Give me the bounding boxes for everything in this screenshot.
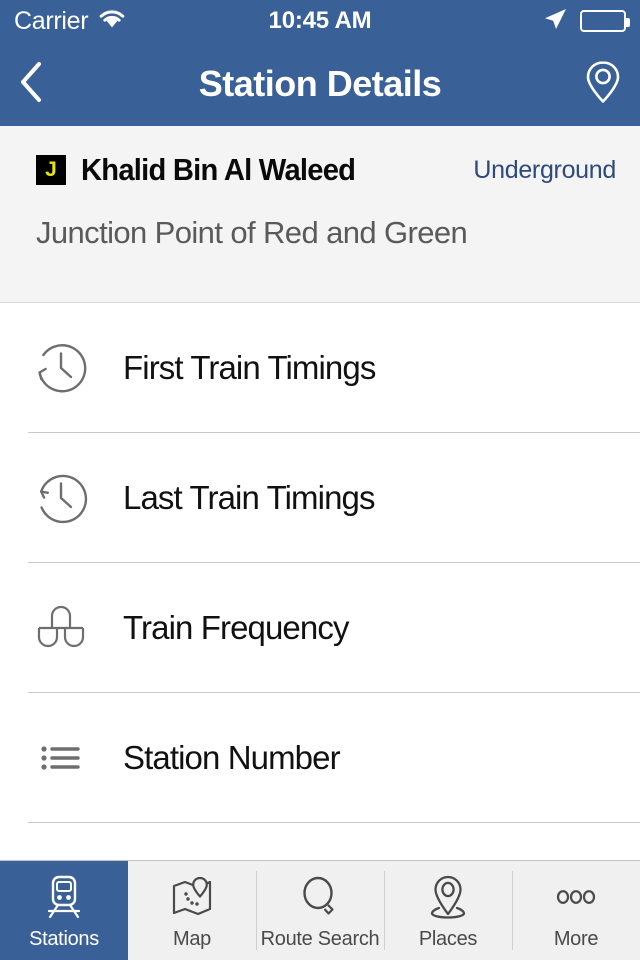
ellipsis-icon <box>551 871 601 923</box>
tab-route-search[interactable]: Route Search <box>256 861 384 960</box>
tab-label: More <box>553 927 599 950</box>
tab-label: Map <box>172 927 211 950</box>
station-subtitle: Junction Point of Red and Green <box>36 215 468 250</box>
wifi-icon <box>98 8 126 34</box>
frequency-arch-icon <box>28 595 94 661</box>
magnifier-icon <box>295 871 345 923</box>
tab-places[interactable]: Places <box>384 861 512 960</box>
status-bar: Carrier 10:45 AM <box>0 0 640 42</box>
folded-map-icon <box>167 871 217 923</box>
chevron-left-icon <box>18 60 44 109</box>
tab-label: Stations <box>29 927 99 950</box>
tab-stations[interactable]: Stations <box>0 861 128 960</box>
list-item-station-number[interactable]: Station Number <box>0 693 640 823</box>
bulleted-list-icon <box>28 725 94 791</box>
list-item-label: Last Train Timings <box>123 479 375 516</box>
tab-more[interactable]: More <box>512 861 640 960</box>
back-button[interactable] <box>18 60 64 109</box>
list-item-label: First Train Timings <box>123 349 376 386</box>
train-icon <box>39 871 89 923</box>
navigation-bar: Station Details <box>0 42 640 126</box>
tab-label: Route Search <box>260 927 380 950</box>
list-item-label: Station Number <box>123 739 341 776</box>
station-name: Khalid Bin Al Waleed <box>81 152 356 187</box>
line-badge: J <box>36 155 66 185</box>
show-on-map-button[interactable] <box>584 59 622 110</box>
battery-icon <box>580 10 630 32</box>
station-type-link[interactable]: Underground <box>473 156 616 185</box>
station-info-panel: J Khalid Bin Al Waleed Underground Junct… <box>0 126 640 303</box>
tab-bar: Stations Map Route Search Places More <box>0 860 640 960</box>
status-bar-right <box>542 6 630 37</box>
station-detail-list: First Train Timings Last Train Timings T… <box>0 303 640 823</box>
location-arrow-icon <box>542 6 568 37</box>
carrier-label: Carrier <box>14 6 89 35</box>
clock-counterclockwise-icon <box>28 335 94 401</box>
page-title: Station Details <box>198 63 442 104</box>
app-screen: Carrier 10:45 AM Station Details J Khali… <box>0 0 640 960</box>
list-item-label: Train Frequency <box>123 609 349 646</box>
status-bar-left: Carrier <box>14 7 126 36</box>
clock-counterclockwise-icon <box>28 465 94 531</box>
map-pin-icon <box>584 59 622 110</box>
list-item-first-train-timings[interactable]: First Train Timings <box>0 303 640 433</box>
place-pin-icon <box>423 871 473 923</box>
list-item-train-frequency[interactable]: Train Frequency <box>0 563 640 693</box>
tab-map[interactable]: Map <box>128 861 256 960</box>
list-item-last-train-timings[interactable]: Last Train Timings <box>0 433 640 563</box>
tab-label: Places <box>418 927 478 950</box>
station-info-header: J Khalid Bin Al Waleed Underground <box>36 152 616 188</box>
